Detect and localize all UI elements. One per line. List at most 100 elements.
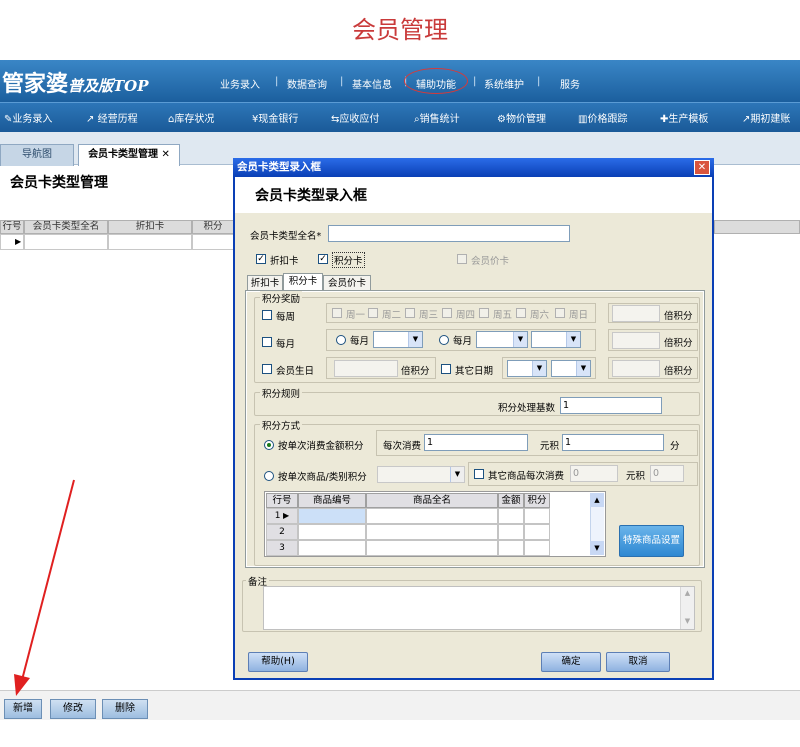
scroll-down-icon[interactable]: ▼ [590, 541, 604, 555]
grid-cell[interactable] [366, 508, 498, 524]
special-product-button[interactable]: 特殊商品设置 [619, 525, 684, 557]
per-spend-label: 每次消费 [383, 441, 422, 452]
grid-cell[interactable] [498, 524, 524, 540]
weekly-checkbox[interactable] [262, 310, 272, 320]
toolbar-price-mgmt[interactable]: ⚙物价管理 [497, 110, 546, 125]
toolbar-cash-bank[interactable]: ¥现金银行 [252, 110, 298, 125]
close-icon[interactable]: ✕ [694, 160, 710, 175]
toolbar-label: 业务录入 [12, 114, 53, 125]
grid-cell[interactable] [524, 540, 550, 556]
name-label: 会员卡类型全名* [250, 231, 322, 242]
discount-card-checkbox[interactable]: ✓ [256, 254, 266, 264]
other-product-checkbox[interactable] [474, 469, 484, 479]
add-button[interactable]: 新增 [4, 699, 42, 719]
menu-separator: | [473, 76, 477, 87]
column-header[interactable]: 行号 [266, 493, 298, 508]
other-date-points-input [612, 360, 660, 377]
tab-discount-card[interactable]: 折扣卡 [247, 275, 283, 291]
per-spend-input[interactable]: 1 [424, 434, 528, 451]
grid-row-number: 2 [266, 524, 298, 540]
other-date-checkbox[interactable] [441, 364, 451, 374]
help-button[interactable]: 帮助(H) [248, 652, 308, 672]
cancel-button[interactable]: 取消 [606, 652, 670, 672]
column-header[interactable]: 金额 [498, 493, 524, 508]
menu-basic-info[interactable]: 基本信息 [352, 76, 392, 91]
card-type-name-input[interactable] [328, 225, 570, 242]
monthly-opt-label-2: 每月 [453, 336, 473, 347]
column-header[interactable]: 行号 [0, 220, 24, 234]
table-cell[interactable] [108, 234, 192, 250]
birthday-checkbox[interactable] [262, 364, 272, 374]
monthly-weekday-select[interactable]: ▼ [531, 331, 581, 348]
row-indicator: ▶ [0, 234, 24, 250]
category-select: ▼ [377, 466, 465, 483]
row-pointer-icon: ▶ [280, 511, 290, 520]
monthly-week-select[interactable]: ▼ [476, 331, 528, 348]
toolbar-label: 物价管理 [505, 114, 546, 125]
by-amount-label: 按单次消费金额积分 [278, 441, 364, 452]
column-header[interactable]: 商品编号 [298, 493, 366, 508]
tab-card-type-mgr[interactable]: 会员卡类型管理 ✕ [78, 144, 180, 166]
grid-cell[interactable] [498, 508, 524, 524]
toolbar-history[interactable]: ↗ 经营历程 [86, 110, 138, 125]
toolbar-opening[interactable]: ↗期初建账 [742, 110, 790, 125]
delete-button[interactable]: 删除 [102, 699, 148, 719]
note-scrollbar[interactable]: ▲ ▼ [680, 587, 694, 629]
toolbar-sales-stats[interactable]: ⌕销售统计 [414, 110, 460, 125]
toolbar-inventory[interactable]: ⌂库存状况 [168, 110, 214, 125]
toolbar-production[interactable]: ✚生产模板 [660, 110, 708, 125]
grid-cell[interactable] [366, 524, 498, 540]
discount-card-label: 折扣卡 [270, 256, 299, 267]
monthly-checkbox[interactable] [262, 337, 272, 347]
toolbar-price-track[interactable]: ▥价格跟踪 [578, 110, 627, 125]
ok-button[interactable]: 确定 [541, 652, 601, 672]
menu-service[interactable]: 服务 [560, 76, 580, 91]
other-month-select[interactable]: ▼ [507, 360, 547, 377]
monthly-radio-2[interactable] [439, 335, 449, 345]
menu-data-query[interactable]: 数据查询 [287, 76, 327, 91]
tab-navigation[interactable]: 导航图 [0, 144, 74, 166]
grid-cell[interactable] [298, 540, 366, 556]
column-header[interactable]: 积分 [524, 493, 550, 508]
points-card-checkbox[interactable]: ✓ [318, 254, 328, 264]
menu-business-entry[interactable]: 业务录入 [220, 76, 260, 91]
table-cell[interactable] [24, 234, 108, 250]
grid-cell[interactable] [298, 508, 366, 524]
toolbar-business-entry[interactable]: ✎业务录入 [4, 110, 52, 125]
table-cell[interactable] [192, 234, 234, 250]
base-input[interactable]: 1 [560, 397, 662, 414]
grid-cell[interactable] [524, 524, 550, 540]
grid-cell[interactable] [366, 540, 498, 556]
yuan-points-input[interactable]: 1 [562, 434, 664, 451]
grid-cell[interactable] [298, 524, 366, 540]
column-header[interactable]: 会员卡类型全名 [24, 220, 108, 234]
monthly-day-select[interactable]: ▼ [373, 331, 423, 348]
times-points-label: 倍积分 [401, 366, 430, 377]
tab-points-card[interactable]: 积分卡 [283, 273, 323, 291]
toolbar-receivable[interactable]: ⇆应收应付 [331, 110, 379, 125]
birthday-label: 会员生日 [276, 366, 315, 377]
sun-label: 周日 [569, 310, 589, 321]
column-header[interactable]: 商品全名 [366, 493, 498, 508]
monthly-radio-1[interactable] [336, 335, 346, 345]
grid-cell[interactable] [498, 540, 524, 556]
mon-checkbox [332, 308, 342, 318]
other-day-select[interactable]: ▼ [551, 360, 591, 377]
monthly-opt-label: 每月 [350, 336, 370, 347]
module-title: 会员卡类型管理 [10, 175, 108, 191]
by-amount-radio[interactable] [264, 440, 274, 450]
tab-member-price[interactable]: 会员价卡 [323, 275, 371, 291]
by-product-radio[interactable] [264, 471, 274, 481]
scroll-up-icon[interactable]: ▲ [590, 493, 604, 507]
weekly-label: 每周 [276, 312, 296, 323]
column-header[interactable]: 积分 [192, 220, 234, 234]
chevron-down-icon: ▼ [532, 361, 546, 376]
toolbar-label: 库存状况 [174, 114, 215, 125]
grid-cell[interactable] [524, 508, 550, 524]
menu-system-maintenance[interactable]: 系统维护 [484, 76, 524, 91]
other-yuan-points-label: 元积 [626, 471, 646, 482]
edit-button[interactable]: 修改 [50, 699, 96, 719]
note-textarea[interactable] [263, 586, 695, 630]
chevron-down-icon: ▼ [450, 467, 464, 482]
column-header[interactable]: 折扣卡 [108, 220, 192, 234]
